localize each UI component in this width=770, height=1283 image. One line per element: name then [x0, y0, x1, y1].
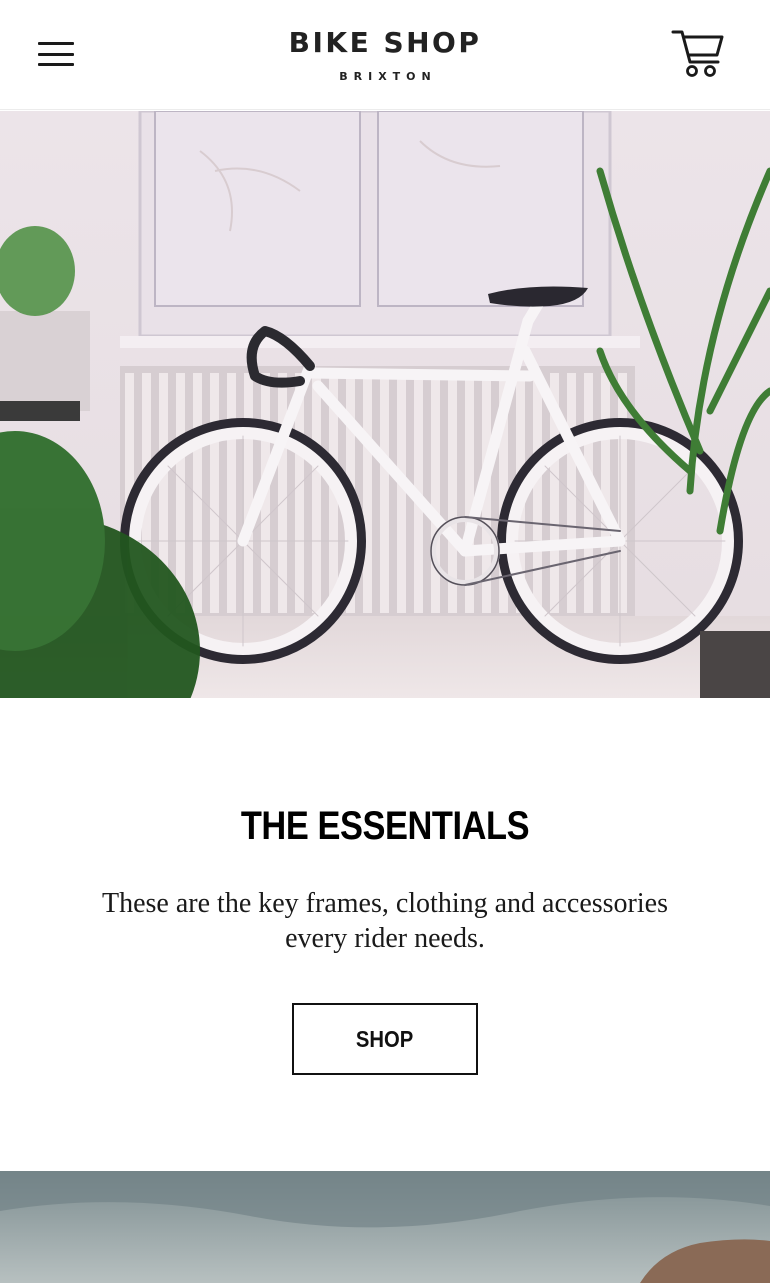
landscape-photo: [0, 1171, 770, 1283]
hero-image: [0, 111, 770, 698]
section-title: THE ESSENTIALS: [240, 804, 530, 848]
site-logo[interactable]: BIKE SHOP BRIXTON: [0, 26, 770, 83]
shop-button[interactable]: SHOP: [292, 1003, 478, 1075]
essentials-section: THE ESSENTIALS These are the key frames,…: [0, 698, 770, 1171]
shopping-cart-icon[interactable]: [670, 28, 726, 80]
site-header: BIKE SHOP BRIXTON: [0, 0, 770, 110]
bicycle-photo: [0, 111, 770, 698]
shop-button-label: SHOP: [356, 1025, 414, 1052]
logo-subtitle: BRIXTON: [339, 70, 437, 83]
section-description: These are the key frames, clothing and a…: [102, 888, 668, 954]
logo-title: BIKE SHOP: [288, 26, 482, 59]
secondary-hero-image: [0, 1171, 770, 1283]
